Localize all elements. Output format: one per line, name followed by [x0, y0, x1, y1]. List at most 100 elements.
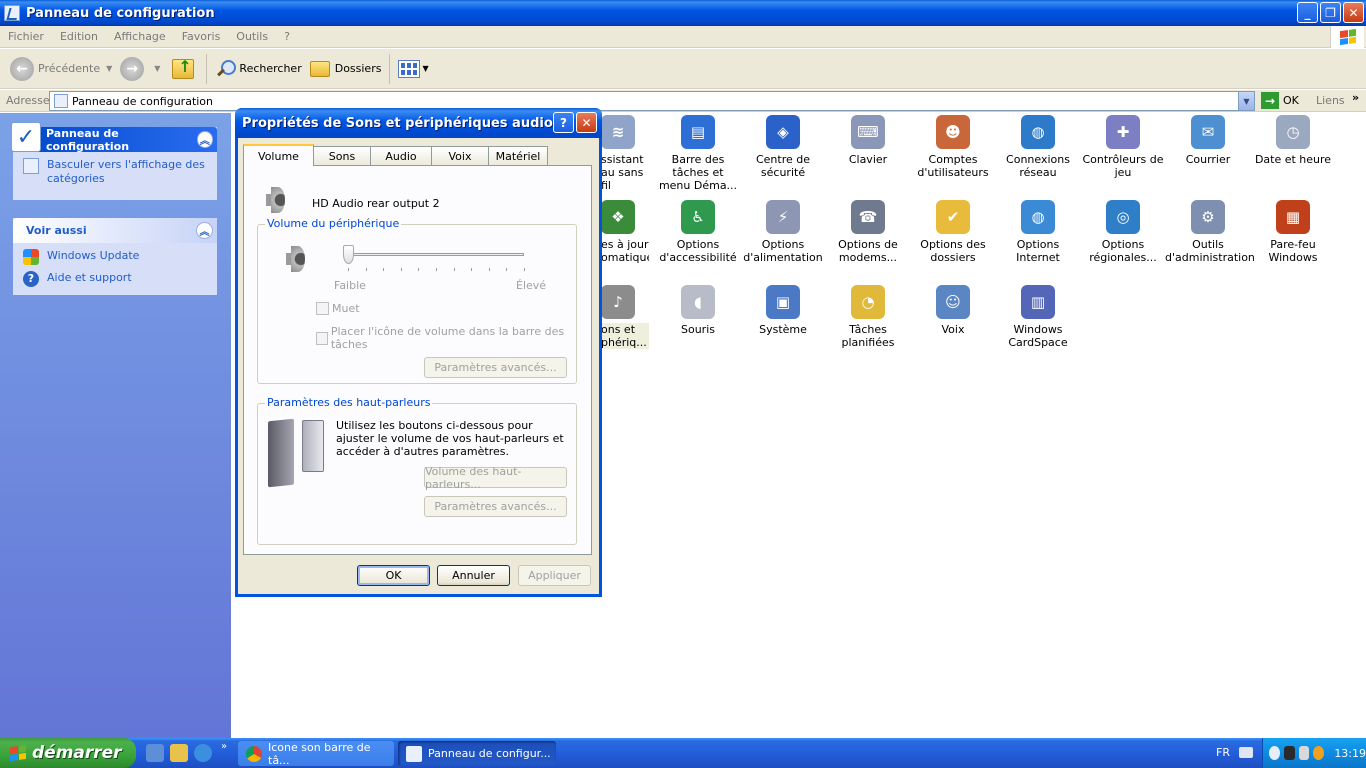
- folders-button[interactable]: Dossiers: [306, 52, 386, 86]
- desktop-quicklaunch-icon[interactable]: [146, 744, 164, 762]
- advanced-speaker-button[interactable]: Paramètres avancés...: [424, 496, 567, 517]
- apply-button[interactable]: Appliquer: [518, 565, 591, 586]
- tab-materiel[interactable]: Matériel: [488, 146, 548, 166]
- ie-quicklaunch-icon[interactable]: [194, 744, 212, 762]
- control-panel-item[interactable]: ✉ Courrier: [1165, 115, 1251, 166]
- control-panel-item[interactable]: ✔ Options des dossiers: [910, 200, 996, 264]
- windows-update-link[interactable]: Windows Update: [23, 249, 209, 265]
- tray-app-icon[interactable]: [1283, 746, 1295, 760]
- windows-update-icon: [23, 249, 39, 265]
- control-panel-item-label: Clavier: [848, 153, 888, 166]
- quicklaunch-chevron-icon[interactable]: »: [221, 741, 227, 752]
- tab-audio[interactable]: Audio: [370, 146, 432, 166]
- panel-header[interactable]: Voir aussi ︽: [13, 218, 217, 243]
- taskbar-item-control-panel[interactable]: Panneau de configur...: [398, 741, 556, 766]
- device-volume-group: Volume du périphérique Faible Élevé Muet…: [257, 217, 577, 384]
- switch-category-view-link[interactable]: Basculer vers l'affichage des catégories: [23, 158, 209, 186]
- folder-up-icon: [172, 57, 195, 79]
- explorer-quicklaunch-icon[interactable]: [170, 744, 188, 762]
- control-panel-item[interactable]: ◖ Souris: [655, 285, 741, 336]
- language-indicator[interactable]: FR: [1216, 746, 1230, 759]
- chevron-right-icon[interactable]: »: [1352, 91, 1359, 104]
- taskbar-item-label: Icone son barre de tâ...: [268, 740, 371, 767]
- control-panel-item[interactable]: ◍ Connexions réseau: [995, 115, 1081, 179]
- menu-affichage[interactable]: Affichage: [106, 30, 174, 43]
- speakers-icon: [268, 418, 328, 488]
- control-panel-item-label: Options d'accessibilité: [659, 238, 737, 264]
- network-globe-icon: ◍: [1021, 115, 1055, 149]
- collapse-icon[interactable]: ︽: [196, 222, 213, 239]
- control-panel-item[interactable]: ▣ Système: [740, 285, 826, 336]
- minimize-button[interactable]: _: [1297, 2, 1318, 23]
- cancel-button[interactable]: Annuler: [437, 565, 510, 586]
- menu-fichier[interactable]: Fichier: [0, 30, 52, 43]
- control-panel-item[interactable]: ♪ ons et phériq...: [601, 285, 649, 349]
- switch-view-icon: [23, 158, 39, 174]
- control-panel-item-label: Contrôleurs de jeu: [1082, 153, 1164, 179]
- control-panel-item[interactable]: ▤ Barre des tâches et menu Déma...: [655, 115, 741, 192]
- taskbar-item-chrome[interactable]: Icone son barre de tâ...: [238, 740, 394, 767]
- menu-help[interactable]: ?: [276, 30, 298, 43]
- tab-voix[interactable]: Voix: [431, 146, 489, 166]
- control-panel-item[interactable]: ☻ Comptes d'utilisateurs: [910, 115, 996, 179]
- views-button[interactable]: ▼: [394, 52, 432, 86]
- control-panel-item[interactable]: ✚ Contrôleurs de jeu: [1080, 115, 1166, 179]
- start-button[interactable]: démarrer: [0, 738, 136, 768]
- control-panel-item[interactable]: ⚙ Outils d'administration: [1165, 200, 1255, 264]
- control-panel-item[interactable]: ≋ ssistant au sans fil: [601, 115, 649, 192]
- control-panel-item[interactable]: ❖ es à jour omatiques: [601, 200, 649, 264]
- control-panel-item[interactable]: ◷ Date et heure: [1250, 115, 1336, 166]
- control-panel-item[interactable]: ▥ Windows CardSpace: [995, 285, 1081, 349]
- speaker-settings-group: Paramètres des haut-parleurs Utilisez le…: [257, 396, 577, 545]
- keyboard-icon[interactable]: [1239, 747, 1253, 758]
- help-support-link[interactable]: ? Aide et support: [23, 271, 209, 287]
- dialog-close-button[interactable]: ✕: [576, 112, 597, 133]
- control-panel-item[interactable]: ◎ Options régionales...: [1080, 200, 1166, 264]
- volume-slider-track[interactable]: [348, 253, 524, 256]
- control-panel-item[interactable]: ⌨ Clavier: [825, 115, 911, 166]
- go-button[interactable]: → OK: [1261, 92, 1299, 109]
- volume-tray-icon[interactable]: [1298, 746, 1310, 760]
- ok-button[interactable]: OK: [357, 565, 430, 586]
- address-dropdown-icon[interactable]: ▼: [1238, 92, 1254, 110]
- advanced-volume-button[interactable]: Paramètres avancés...: [424, 357, 567, 378]
- tab-sons[interactable]: Sons: [313, 146, 371, 166]
- speaker-volume-button[interactable]: Volume des haut-parleurs...: [424, 465, 567, 491]
- menu-edition[interactable]: Edition: [52, 30, 106, 43]
- panel-header[interactable]: ✓ Panneau de configuration ︽: [11, 122, 217, 153]
- slider-tick: [383, 268, 385, 271]
- control-panel-item[interactable]: ◈ Centre de sécurité: [740, 115, 826, 179]
- search-button[interactable]: Rechercher: [211, 52, 305, 86]
- help-button[interactable]: ?: [553, 112, 574, 133]
- mute-checkbox-box[interactable]: [316, 302, 329, 315]
- control-panel-item[interactable]: ◍ Options Internet: [995, 200, 1081, 264]
- control-panel-item-label: Connexions réseau: [1006, 153, 1070, 179]
- tray-icon-checkbox[interactable]: Placer l'icône de volume dans la barre d…: [316, 325, 576, 351]
- slider-tick: [348, 268, 349, 271]
- close-button[interactable]: ✕: [1343, 2, 1364, 23]
- back-dropdown-icon[interactable]: ▼: [106, 64, 112, 73]
- tab-volume[interactable]: Volume: [243, 144, 314, 166]
- menu-outils[interactable]: Outils: [228, 30, 276, 43]
- up-folder-button[interactable]: [164, 52, 202, 86]
- tray-expand-icon[interactable]: [1269, 746, 1280, 760]
- volume-slider-thumb[interactable]: [343, 245, 354, 264]
- back-button[interactable]: ← Précédente ▼: [6, 52, 116, 86]
- forward-button[interactable]: → ▼: [116, 52, 164, 86]
- start-label: démarrer: [32, 743, 122, 763]
- control-panel-item[interactable]: ☎ Options de modems...: [825, 200, 911, 264]
- control-panel-item[interactable]: ◔ Tâches planifiées: [825, 285, 911, 349]
- tray-app-icon[interactable]: [1313, 746, 1325, 760]
- address-input[interactable]: Panneau de configuration ▼: [49, 91, 1255, 111]
- tray-icon-checkbox-box[interactable]: [316, 331, 328, 345]
- control-panel-item[interactable]: ▦ Pare-feu Windows: [1250, 200, 1336, 264]
- control-panel-item[interactable]: ⚡ Options d'alimentation: [740, 200, 826, 264]
- menu-favoris[interactable]: Favoris: [174, 30, 229, 43]
- control-panel-item[interactable]: ♿ Options d'accessibilité: [655, 200, 741, 264]
- mute-checkbox[interactable]: Muet: [316, 302, 360, 315]
- links-toolbar[interactable]: Liens: [1316, 94, 1345, 107]
- maximize-button[interactable]: ❐: [1320, 2, 1341, 23]
- collapse-icon[interactable]: ︽: [196, 131, 213, 148]
- control-panel-item[interactable]: ☺ Voix: [910, 285, 996, 336]
- forward-dropdown-icon[interactable]: ▼: [154, 64, 160, 73]
